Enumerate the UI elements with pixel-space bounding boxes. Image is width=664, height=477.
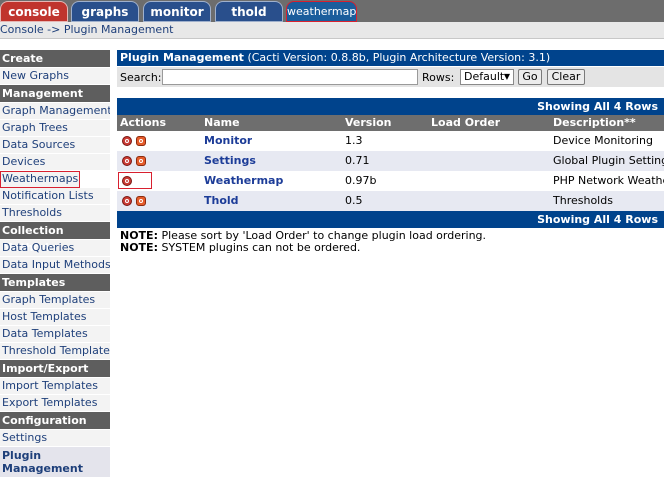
top-tab-bar: console graphs monitor thold weathermap: [0, 0, 664, 22]
col-header-actions: Actions: [120, 116, 166, 129]
uninstall-icon[interactable]: [136, 196, 146, 206]
col-header-version[interactable]: Version: [345, 115, 392, 131]
col-header-description[interactable]: Description**: [553, 115, 636, 131]
main-content: Plugin Management (Cacti Version: 0.8.8b…: [117, 50, 664, 254]
sidebar-item-host-templates[interactable]: Host Templates: [0, 309, 110, 326]
sidebar-header-create: Create: [0, 50, 110, 68]
sidebar-item-plugin-management[interactable]: Plugin Management: [0, 447, 110, 477]
col-header-load-order[interactable]: Load Order: [431, 115, 500, 131]
sidebar-item-data-sources[interactable]: Data Sources: [0, 137, 110, 154]
sidebar-item-data-input-methods[interactable]: Data Input Methods: [0, 257, 110, 274]
page-title-version: (Cacti Version: 0.8.8b, Plugin Architect…: [243, 51, 551, 64]
disable-icon[interactable]: [122, 136, 132, 146]
rows-select[interactable]: Default ▼: [460, 69, 514, 85]
sidebar-item-graph-management[interactable]: Graph Management: [0, 103, 110, 120]
search-label: Search:: [120, 71, 162, 84]
breadcrumb: Console -> Plugin Management: [0, 22, 664, 39]
plugin-version: 1.3: [345, 134, 363, 147]
sidebar-item-data-queries[interactable]: Data Queries: [0, 240, 110, 257]
rows-label: Rows:: [422, 71, 455, 84]
tab-console[interactable]: console: [0, 1, 68, 22]
table-row: Monitor 1.3 Device Monitoring: [117, 131, 664, 151]
table-nav-top: Showing All 4 Rows: [117, 98, 664, 115]
sidebar-item-devices[interactable]: Devices: [0, 154, 110, 171]
plugin-description: Device Monitoring: [553, 134, 653, 147]
page-title: Plugin Management (Cacti Version: 0.8.8b…: [117, 50, 664, 66]
tab-monitor[interactable]: monitor: [143, 1, 211, 22]
plugin-version: 0.5: [345, 194, 363, 207]
tab-weathermap[interactable]: weathermap: [286, 1, 357, 22]
col-header-name[interactable]: Name: [204, 115, 240, 131]
sidebar-item-thresholds[interactable]: Thresholds: [0, 205, 110, 222]
disable-icon[interactable]: [122, 156, 132, 166]
sidebar-item-settings[interactable]: Settings: [0, 430, 110, 447]
plugin-description: PHP Network Weathermap: [553, 174, 664, 187]
page-title-main: Plugin Management: [120, 51, 244, 64]
sidebar-item-export-templates[interactable]: Export Templates: [0, 395, 110, 412]
sidebar-item-graph-trees[interactable]: Graph Trees: [0, 120, 110, 137]
table-header: Actions Name Version Load Order Descript…: [117, 115, 664, 131]
sidebar-item-data-templates[interactable]: Data Templates: [0, 326, 110, 343]
rows-select-value: Default: [464, 70, 505, 83]
sidebar-header-templates: Templates: [0, 274, 110, 292]
sidebar-header-management: Management: [0, 85, 110, 103]
plugin-version: 0.97b: [345, 174, 377, 187]
table-nav-bottom: Showing All 4 Rows: [117, 211, 664, 228]
chevron-down-icon: ▼: [503, 72, 510, 81]
tab-graphs[interactable]: graphs: [71, 1, 139, 22]
uninstall-icon[interactable]: [136, 156, 146, 166]
sidebar-item-notification-lists[interactable]: Notification Lists: [0, 188, 110, 205]
table-row: Weathermap 0.97b PHP Network Weathermap: [117, 171, 664, 191]
disable-icon[interactable]: [122, 176, 132, 186]
clear-button[interactable]: Clear: [547, 69, 585, 85]
plugin-description: Global Plugin Settings: [553, 154, 664, 167]
sidebar-item-threshold-templates[interactable]: Threshold Templates: [0, 343, 110, 360]
filter-bar: Search: Rows: Default ▼ Go Clear: [117, 67, 664, 87]
plugin-version: 0.71: [345, 154, 370, 167]
sidebar-header-configuration: Configuration: [0, 412, 110, 430]
plugin-name[interactable]: Monitor: [204, 131, 252, 151]
note-label: NOTE:: [120, 241, 158, 254]
sidebar-header-collection-methods: Collection Methods: [0, 222, 110, 254]
tab-thold[interactable]: thold: [215, 1, 283, 22]
note-line: NOTE: SYSTEM plugins can not be ordered.: [120, 242, 664, 254]
plugin-description: Thresholds: [553, 194, 613, 207]
note-text: SYSTEM plugins can not be ordered.: [157, 241, 361, 254]
sidebar: Create New Graphs Management Graph Manag…: [0, 50, 110, 477]
go-button[interactable]: Go: [518, 69, 542, 85]
plugin-name[interactable]: Weathermap: [204, 171, 283, 191]
sidebar-item-graph-templates[interactable]: Graph Templates: [0, 292, 110, 309]
sidebar-header-import-export: Import/Export: [0, 360, 110, 378]
plugin-name[interactable]: Thold: [204, 191, 239, 211]
uninstall-icon[interactable]: [136, 136, 146, 146]
sidebar-item-import-templates[interactable]: Import Templates: [0, 378, 110, 395]
table-row: Settings 0.71 Global Plugin Settings: [117, 151, 664, 171]
search-input[interactable]: [162, 69, 418, 85]
sidebar-item-weathermaps[interactable]: Weathermaps: [0, 171, 80, 188]
breadcrumb-text[interactable]: Console -> Plugin Management: [0, 23, 173, 36]
sidebar-item-new-graphs[interactable]: New Graphs: [0, 68, 110, 85]
plugin-name[interactable]: Settings: [204, 151, 256, 171]
disable-icon[interactable]: [122, 196, 132, 206]
table-row: Thold 0.5 Thresholds: [117, 191, 664, 211]
notes: NOTE: Please sort by 'Load Order' to cha…: [117, 230, 664, 254]
